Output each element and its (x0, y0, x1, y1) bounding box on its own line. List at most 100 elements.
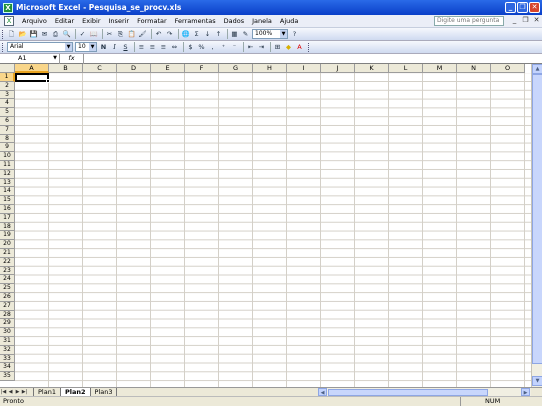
column-header-i[interactable]: I (287, 64, 321, 73)
column-header-f[interactable]: F (185, 64, 219, 73)
insert-function-icon[interactable]: fx (60, 53, 84, 64)
row-header-14[interactable]: 14 (0, 187, 15, 197)
title-bar[interactable]: X Microsoft Excel - Pesquisa_se_procv.xl… (0, 0, 542, 15)
row-header-1[interactable]: 1 (0, 73, 15, 82)
open-icon[interactable]: 📂 (18, 30, 27, 39)
menu-editar[interactable]: Editar (51, 17, 78, 25)
toolbar-grip[interactable] (2, 29, 5, 39)
name-box[interactable]: A1 ▼ (0, 53, 60, 64)
chevron-down-icon[interactable]: ▼ (280, 30, 287, 38)
row-header-32[interactable]: 32 (0, 345, 15, 355)
column-header-c[interactable]: C (83, 64, 117, 73)
paste-icon[interactable]: 📋 (127, 30, 136, 39)
row-header-17[interactable]: 17 (0, 213, 15, 223)
chevron-down-icon[interactable]: ▼ (65, 43, 72, 51)
align-center-icon[interactable]: ≡ (148, 43, 157, 52)
spelling-icon[interactable]: ✓ (78, 30, 87, 39)
first-sheet-icon[interactable]: |◀ (0, 389, 7, 395)
scroll-up-icon[interactable]: ▲ (532, 64, 542, 74)
font-name-select[interactable]: Arial ▼ (7, 42, 73, 52)
copy-icon[interactable]: ⎘ (116, 30, 125, 39)
restore-button[interactable]: ❐ (517, 2, 528, 13)
row-header-34[interactable]: 34 (0, 363, 15, 373)
row-header-2[interactable]: 2 (0, 81, 15, 91)
row-header-26[interactable]: 26 (0, 293, 15, 302)
row-header-3[interactable]: 3 (0, 90, 15, 100)
row-header-20[interactable]: 20 (0, 240, 15, 249)
scroll-right-icon[interactable]: ▶ (521, 388, 530, 396)
print-icon[interactable]: ⎙ (51, 30, 60, 39)
row-header-23[interactable]: 23 (0, 266, 15, 276)
worksheet-grid[interactable]: ABCDEFGHIJKLMNO 1 2 3 4 5 6 7 8 9 10 11 12 13 14 15 16 1… (0, 64, 531, 387)
row-header-27[interactable]: 27 (0, 301, 15, 311)
row-header-24[interactable]: 24 (0, 275, 15, 285)
merge-center-icon[interactable]: ⇔ (170, 43, 179, 52)
percent-icon[interactable]: % (197, 43, 206, 52)
fill-handle[interactable] (46, 79, 50, 83)
menu-formatar[interactable]: Formatar (133, 17, 171, 25)
row-header-22[interactable]: 22 (0, 257, 15, 267)
row-header-21[interactable]: 21 (0, 249, 15, 258)
row-header-19[interactable]: 19 (0, 231, 15, 241)
row-header-4[interactable]: 4 (0, 99, 15, 109)
vertical-scroll-thumb[interactable] (532, 74, 542, 364)
menu-dados[interactable]: Dados (220, 17, 248, 25)
row-header-29[interactable]: 29 (0, 319, 15, 329)
chevron-down-icon[interactable]: ▼ (89, 43, 96, 51)
decrease-indent-icon[interactable]: ⇤ (246, 43, 255, 52)
row-header-18[interactable]: 18 (0, 222, 15, 232)
font-size-select[interactable]: 10 ▼ (75, 42, 97, 52)
permission-icon[interactable]: ✉ (40, 30, 49, 39)
comma-style-icon[interactable]: , (208, 43, 217, 52)
increase-indent-icon[interactable]: ⇥ (257, 43, 266, 52)
doc-close-icon[interactable]: ✕ (532, 16, 541, 25)
column-header-l[interactable]: L (389, 64, 423, 73)
row-header-25[interactable]: 25 (0, 284, 15, 293)
align-left-icon[interactable]: ≡ (137, 43, 146, 52)
hyperlink-icon[interactable]: 🌐 (181, 30, 190, 39)
select-all-button[interactable] (0, 64, 15, 73)
italic-button[interactable]: I (110, 43, 119, 52)
formula-input[interactable] (84, 54, 542, 64)
menu-ferramentas[interactable]: Ferramentas (171, 17, 220, 25)
prev-sheet-icon[interactable]: ◀ (7, 389, 14, 395)
row-header-7[interactable]: 7 (0, 125, 15, 135)
last-sheet-icon[interactable]: ▶| (21, 389, 28, 395)
column-header-m[interactable]: M (423, 64, 457, 73)
active-cell-a1[interactable] (15, 73, 49, 82)
next-sheet-icon[interactable]: ▶ (14, 389, 21, 395)
row-header-11[interactable]: 11 (0, 161, 15, 170)
research-icon[interactable]: 📖 (89, 30, 98, 39)
column-header-o[interactable]: O (491, 64, 525, 73)
save-icon[interactable]: 💾 (29, 30, 38, 39)
zoom-select[interactable]: 100% ▼ (252, 29, 288, 39)
currency-icon[interactable]: $ (186, 43, 195, 52)
column-header-a[interactable]: A (15, 64, 49, 73)
row-header-28[interactable]: 28 (0, 310, 15, 320)
doc-restore-icon[interactable]: ❐ (521, 16, 530, 25)
row-header-15[interactable]: 15 (0, 196, 15, 205)
row-header-13[interactable]: 13 (0, 178, 15, 188)
scroll-down-icon[interactable]: ▼ (532, 376, 542, 386)
column-header-b[interactable]: B (49, 64, 83, 73)
font-color-icon[interactable]: A (295, 43, 304, 52)
row-header-8[interactable]: 8 (0, 134, 15, 144)
row-header-31[interactable]: 31 (0, 337, 15, 346)
menu-inserir[interactable]: Inserir (105, 17, 134, 25)
cell-area[interactable] (15, 73, 531, 387)
column-header-h[interactable]: H (253, 64, 287, 73)
cut-icon[interactable]: ✂ (105, 30, 114, 39)
horizontal-scroll-thumb[interactable] (328, 389, 488, 396)
scroll-left-icon[interactable]: ◀ (318, 388, 327, 396)
menu-ajuda[interactable]: Ajuda (276, 17, 302, 25)
row-header-10[interactable]: 10 (0, 152, 15, 161)
borders-icon[interactable]: ⊞ (273, 43, 282, 52)
decrease-decimal-icon[interactable]: ⁻ (230, 43, 239, 52)
help-search-input[interactable]: Digite uma pergunta (434, 16, 504, 26)
row-header-12[interactable]: 12 (0, 169, 15, 179)
column-header-g[interactable]: G (219, 64, 253, 73)
drawing-icon[interactable]: ✎ (241, 30, 250, 39)
row-header-33[interactable]: 33 (0, 354, 15, 364)
close-button[interactable]: ✕ (529, 2, 540, 13)
sort-ascending-icon[interactable]: ↓ (203, 30, 212, 39)
